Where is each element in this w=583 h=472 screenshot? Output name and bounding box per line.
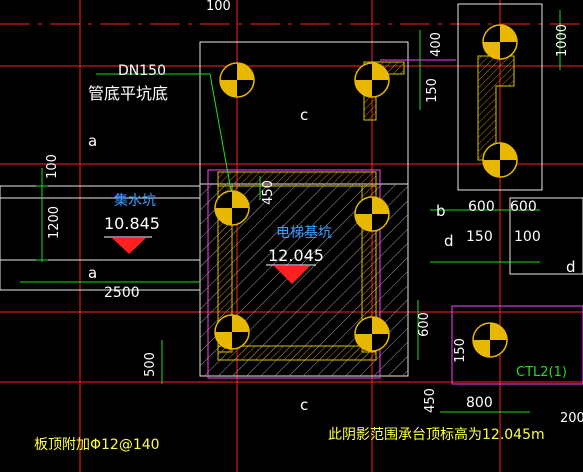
elevator-pit-label: 电梯基坑 <box>276 225 332 241</box>
pile-1 <box>219 62 255 98</box>
dim-150-c: 150 <box>452 338 468 363</box>
pile-9 <box>472 322 508 358</box>
d-mark-b: d <box>566 258 576 276</box>
pipe-size-label: DN150 <box>118 63 166 79</box>
dim-2500: 2500 <box>104 285 140 301</box>
dim-800: 800 <box>466 395 493 411</box>
cad-drawing-canvas[interactable]: DN150 管底平坑底 c c a a b d d 集水坑 10.845 电梯基… <box>0 0 583 472</box>
dim-450-b: 450 <box>422 388 438 413</box>
dim-400: 400 <box>428 32 444 57</box>
pit-elev-marker <box>112 238 146 254</box>
c-mark-bottom: c <box>300 396 309 414</box>
shading-note: 此阴影范围承台顶标高为12.045m <box>328 427 545 443</box>
b-mark: b <box>436 202 446 220</box>
dim-600-b: 600 <box>510 199 537 215</box>
dim-1200: 1200 <box>47 205 63 240</box>
pile-6 <box>354 196 390 232</box>
pile-4 <box>482 142 518 178</box>
pile-2 <box>354 62 390 98</box>
dim-200: 200 <box>560 411 583 426</box>
dim-100-b: 100 <box>514 229 541 245</box>
dim-450-a: 450 <box>260 180 276 205</box>
dim-150-a: 150 <box>424 78 440 103</box>
d-mark-a: d <box>444 232 454 250</box>
sump-pit-label: 集水坑 <box>114 193 156 209</box>
dim-600-c: 600 <box>416 312 432 337</box>
dim-100-left: 100 <box>44 154 60 179</box>
dim-600-a: 600 <box>468 199 495 215</box>
elevator-pit-elev: 12.045 <box>268 246 324 265</box>
a-mark-top: a <box>88 132 98 150</box>
c-mark-top: c <box>300 106 309 124</box>
sump-pit-elev: 10.845 <box>104 214 160 233</box>
pile-3 <box>482 24 518 60</box>
pipe-note-label: 管底平坑底 <box>88 84 169 103</box>
a-mark-mid: a <box>88 264 98 282</box>
pile-8 <box>354 316 390 352</box>
dim-100-top: 100 <box>206 0 231 14</box>
dim-150-b: 150 <box>466 229 493 245</box>
dim-500: 500 <box>142 352 158 377</box>
rebar-note: 板顶附加Φ12@140 <box>34 437 160 453</box>
dim-1000: 1000 <box>555 23 571 58</box>
pile-5 <box>214 190 250 226</box>
pile-cap-tag: CTL2(1) <box>516 365 567 380</box>
pile-7 <box>214 314 250 350</box>
